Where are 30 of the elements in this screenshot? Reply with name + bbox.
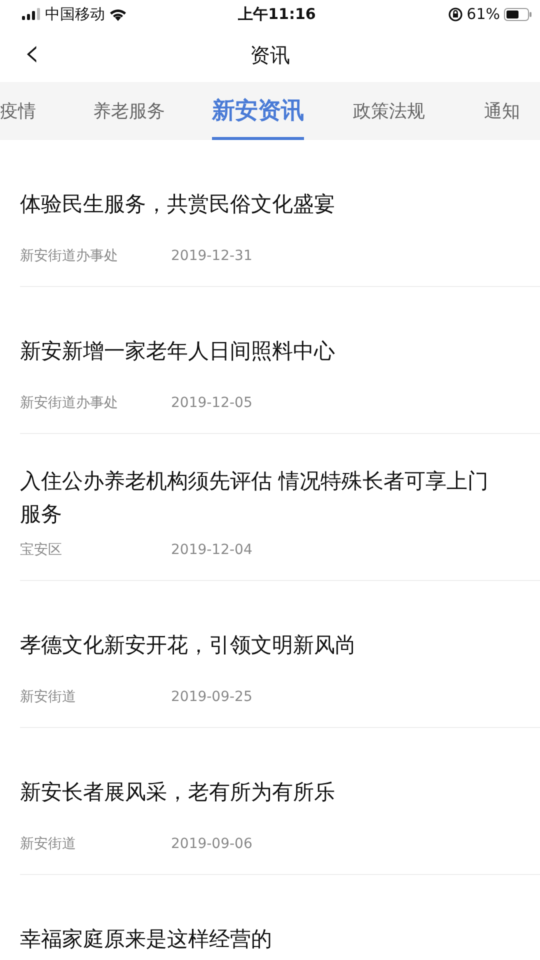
article-title[interactable]: 新安长者展风采，老有所为有所乐 xyxy=(20,776,335,808)
rotation-lock-icon xyxy=(448,6,463,22)
article-title[interactable]: 新安新增一家老年人日间照料中心 xyxy=(20,334,335,368)
article-date: 2019-12-04 xyxy=(171,542,252,558)
article-title[interactable]: 入住公办养老机构须先评估 情况特殊长者可享上门服务 xyxy=(20,465,506,531)
wifi-icon xyxy=(109,8,127,20)
article-title[interactable]: 孝德文化新安开花，引领文明新风尚 xyxy=(20,628,356,662)
category-tab[interactable]: 养老服务 xyxy=(93,82,165,140)
category-tab[interactable]: 通知 xyxy=(484,82,520,140)
article-date: 2019-12-31 xyxy=(171,248,252,264)
article-source: 新安街道办事处 xyxy=(20,394,119,412)
article-date: 2019-12-05 xyxy=(171,395,252,411)
article-source: 新安街道 xyxy=(20,688,77,706)
battery-percent: 61% xyxy=(466,4,500,25)
signal-icon xyxy=(22,8,41,20)
article-source: 宝安区 xyxy=(20,541,63,559)
category-tab[interactable]: 新安资讯 xyxy=(212,82,304,140)
article-source: 新安街道 xyxy=(20,835,77,853)
battery-icon xyxy=(504,8,532,20)
article-source: 新安街道办事处 xyxy=(20,247,119,265)
article-date: 2019-09-25 xyxy=(171,689,252,705)
category-tab[interactable]: 政策法规 xyxy=(353,82,425,140)
carrier-name: 中国移动 xyxy=(45,4,105,25)
page-title: 资讯 xyxy=(250,42,290,69)
category-tab[interactable]: 疫情 xyxy=(0,82,36,140)
article-date: 2019-09-06 xyxy=(171,836,252,852)
clock: 上午11:16 xyxy=(238,4,316,25)
back-button[interactable]: ‹ xyxy=(18,36,46,70)
article-title[interactable]: 体验民生服务，共赏民俗文化盛宴 xyxy=(20,188,335,220)
article-title[interactable]: 幸福家庭原来是这样经营的 xyxy=(20,922,272,956)
